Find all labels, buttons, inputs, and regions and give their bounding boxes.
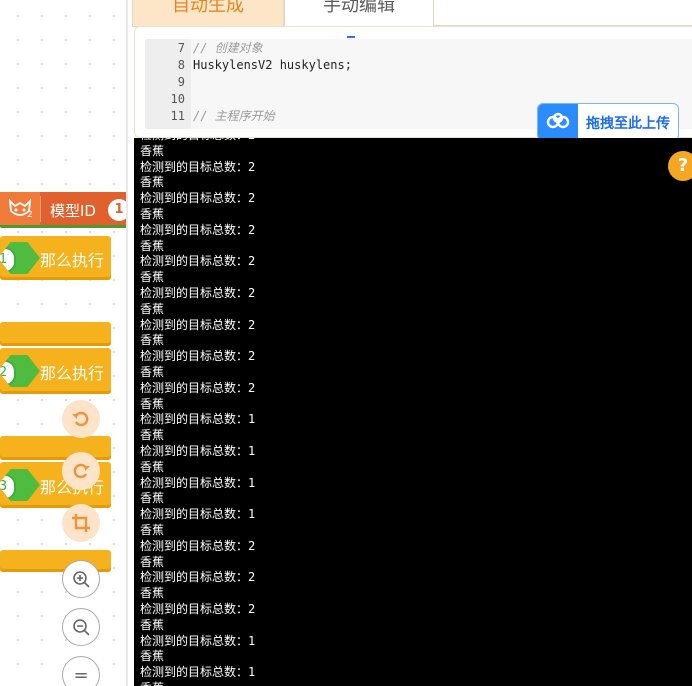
serial-line: 检测到的目标总数：2 xyxy=(140,601,256,616)
then-label-1: 那么执行 xyxy=(40,251,105,270)
serial-line: 香蕉 xyxy=(140,428,165,443)
line-number: 11 xyxy=(170,109,185,123)
branch-number-2: 2 xyxy=(0,360,16,386)
code-line: 8 HuskylensV2 huskylens; xyxy=(145,57,692,74)
code-tabs: 自动生成 手动编辑 xyxy=(132,0,692,27)
then-block-1[interactable]: 1 那么执行 xyxy=(0,236,111,280)
serial-line: 检测到的目标总数：1 xyxy=(140,412,256,427)
serial-line: 检测到的目标总数：2 xyxy=(140,349,256,364)
zoom-in-icon xyxy=(73,571,90,588)
serial-line: 检测到的目标总数：2 xyxy=(140,191,256,206)
line-number: 9 xyxy=(177,75,185,89)
serial-line: 香蕉 xyxy=(140,333,165,348)
serial-line: 香蕉 xyxy=(140,175,165,190)
serial-line: 香蕉 xyxy=(140,270,165,285)
zoom-out-button[interactable] xyxy=(62,608,100,646)
serial-line: 检测到的目标总数：1 xyxy=(140,475,256,490)
branch-number-3: 3 xyxy=(0,474,16,500)
serial-line: 检测到的目标总数：1 xyxy=(140,665,256,680)
block-workspace[interactable]: 2 模型ID 1 1 那么执行 2 那么执行 3 那么执行 xyxy=(0,0,128,686)
model-id-label: 模型ID xyxy=(50,202,96,220)
serial-line: 香蕉 xyxy=(140,238,165,253)
serial-monitor[interactable]: 检测到的目标总数：2香蕉检测到的目标总数：2香蕉检测到的目标总数：2香蕉检测到的… xyxy=(134,138,692,686)
serial-line: 检测到的目标总数：1 xyxy=(140,507,256,522)
model-badge: 2 xyxy=(27,210,33,220)
help-button[interactable]: ? xyxy=(668,151,692,181)
serial-line: 检测到的目标总数：2 xyxy=(140,222,256,237)
condition-slot-3[interactable]: 3 xyxy=(0,469,40,501)
code-text: HuskylensV2 huskylens; xyxy=(193,58,352,72)
serial-line: 检测到的目标总数：2 xyxy=(140,570,256,585)
serial-output-lines: 检测到的目标总数：2香蕉检测到的目标总数：2香蕉检测到的目标总数：2香蕉检测到的… xyxy=(140,138,255,686)
serial-line: 香蕉 xyxy=(140,617,165,632)
serial-line: 检测到的目标总数：2 xyxy=(140,138,255,144)
serial-line: 香蕉 xyxy=(140,364,165,379)
code-line: 7 // 创建对象 xyxy=(145,40,692,57)
redo-icon xyxy=(73,463,90,479)
line-number: 10 xyxy=(170,92,185,106)
serial-line: 香蕉 xyxy=(140,554,165,569)
serial-line: 香蕉 xyxy=(140,681,255,686)
then-block-2[interactable]: 2 那么执行 xyxy=(0,348,111,394)
code-preview-card: 7 // 创建对象 8 HuskylensV2 huskylens; 9 10 … xyxy=(134,26,692,148)
serial-line: 香蕉 xyxy=(140,143,165,158)
serial-line: 检测到的目标总数：2 xyxy=(140,159,256,174)
branch-number-1: 1 xyxy=(0,247,16,273)
serial-line: 香蕉 xyxy=(140,301,165,316)
condition-slot-2[interactable]: 2 xyxy=(0,355,40,387)
serial-line: 香蕉 xyxy=(140,522,165,537)
serial-line: 检测到的目标总数：2 xyxy=(140,380,256,395)
model-id-block[interactable]: 2 模型ID 1 xyxy=(0,192,128,228)
cloud-link-icon xyxy=(538,104,578,140)
serial-line: 香蕉 xyxy=(140,459,165,474)
serial-line: 检测到的目标总数：2 xyxy=(140,317,256,332)
crop-icon xyxy=(72,514,90,532)
tab-auto-generate[interactable]: 自动生成 xyxy=(132,0,284,27)
code-line: 9 xyxy=(145,74,692,91)
serial-line: 香蕉 xyxy=(140,396,165,411)
reset-zoom-icon: = xyxy=(73,664,89,686)
line-number: 7 xyxy=(177,41,185,55)
line-number: 8 xyxy=(177,58,185,72)
tab-manual-edit[interactable]: 手动编辑 xyxy=(284,0,434,27)
huskylens-logo-icon: 2 xyxy=(0,192,40,225)
serial-line: 香蕉 xyxy=(140,649,165,664)
upload-label: 拖拽至此上传 xyxy=(586,116,670,132)
code-text: // 创建对象 xyxy=(193,41,263,55)
reset-zoom-button[interactable]: = xyxy=(62,656,100,686)
serial-line: 香蕉 xyxy=(140,491,165,506)
serial-line: 香蕉 xyxy=(140,586,165,601)
serial-line: 检测到的目标总数：2 xyxy=(140,538,256,553)
serial-line: 检测到的目标总数：2 xyxy=(140,254,256,269)
model-id-value[interactable]: 1 xyxy=(108,199,128,221)
crop-button[interactable] xyxy=(62,504,100,542)
code-text: // 主程序开始 xyxy=(193,109,275,123)
serial-line: 香蕉 xyxy=(140,206,165,221)
serial-line: 检测到的目标总数：1 xyxy=(140,633,256,648)
undo-icon xyxy=(72,411,89,427)
condition-slot-1[interactable]: 1 xyxy=(0,242,40,274)
zoom-out-icon xyxy=(73,619,90,636)
block-bar[interactable] xyxy=(0,436,111,460)
zoom-in-button[interactable] xyxy=(62,560,100,598)
serial-line: 检测到的目标总数：2 xyxy=(140,285,256,300)
redo-button[interactable] xyxy=(62,452,100,490)
drag-upload-button[interactable]: 拖拽至此上传 xyxy=(537,103,679,141)
serial-line: 检测到的目标总数：1 xyxy=(140,443,256,458)
undo-button[interactable] xyxy=(62,400,100,438)
code-panel: 自动生成 手动编辑 7 // 创建对象 8 HuskylensV2 huskyl… xyxy=(128,0,692,686)
block-bar[interactable] xyxy=(0,322,111,346)
then-label-2: 那么执行 xyxy=(40,364,105,383)
